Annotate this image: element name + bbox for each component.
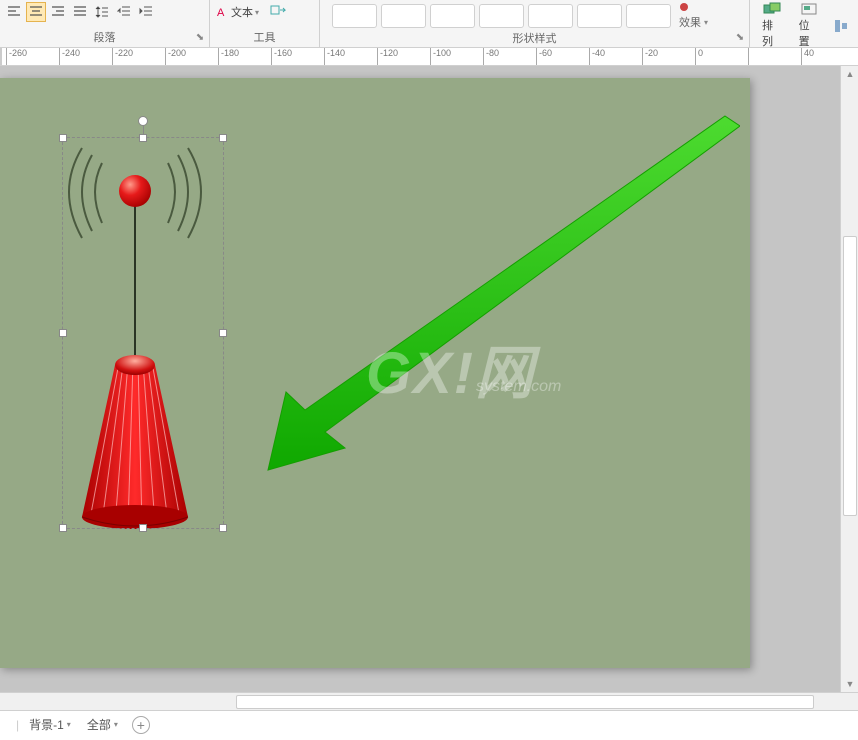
- text-a-icon: A: [217, 6, 229, 18]
- convert-shape-button[interactable]: [268, 2, 288, 22]
- chevron-down-icon: ▾: [67, 720, 71, 729]
- ruler-tick: -140: [324, 48, 345, 66]
- line-spacing-button[interactable]: [92, 2, 112, 22]
- align-justify-button[interactable]: [70, 2, 90, 22]
- effects-label: 效果: [679, 14, 701, 30]
- ruler-tick: -100: [430, 48, 451, 66]
- ribbon-group-arrange: 排列 位置 排列: [750, 0, 858, 47]
- scroll-up-arrow-icon[interactable]: ▲: [841, 66, 858, 82]
- resize-handle-tr[interactable]: [219, 134, 227, 142]
- slide[interactable]: GX!网 system.com: [0, 78, 750, 668]
- style-swatch-5[interactable]: [528, 4, 573, 28]
- scroll-down-arrow-icon[interactable]: ▼: [841, 676, 858, 692]
- ruler-tick: -260: [6, 48, 27, 66]
- ruler-tick: -200: [165, 48, 186, 66]
- tab-background-label: 背景-1: [29, 716, 64, 733]
- resize-handle-r[interactable]: [219, 329, 227, 337]
- ruler-tick: -60: [536, 48, 552, 66]
- indent-decrease-button[interactable]: [114, 2, 134, 22]
- tab-all[interactable]: 全部 ▾: [81, 712, 124, 737]
- ruler-tick: -220: [112, 48, 133, 66]
- ruler-tick: -120: [377, 48, 398, 66]
- position-label: 位置: [799, 17, 820, 49]
- layer-tab-bar: | 背景-1 ▾ 全部 ▾ +: [0, 710, 858, 738]
- textbox-button[interactable]: A 文本 ▾: [214, 4, 262, 20]
- tab-all-label: 全部: [87, 716, 111, 733]
- style-swatch-3[interactable]: [430, 4, 475, 28]
- vertical-scrollbar[interactable]: ▲ ▼: [840, 66, 858, 692]
- horizontal-scrollbar[interactable]: [0, 692, 858, 710]
- add-layer-button[interactable]: +: [132, 716, 150, 734]
- canvas-area[interactable]: GX!网 system.com: [0, 66, 840, 692]
- resize-handle-tl[interactable]: [59, 134, 67, 142]
- green-arrow-shape[interactable]: [250, 108, 740, 478]
- ribbon-group-tools: A 文本 ▾ 工具: [210, 0, 320, 47]
- ruler-tick: 0: [695, 48, 703, 66]
- shape-styles-dialog-launcher-icon[interactable]: ⬊: [733, 31, 747, 45]
- svg-text:A: A: [217, 7, 225, 18]
- arrange-label: 排列: [762, 17, 783, 49]
- fill-icon: [679, 2, 689, 12]
- style-swatch-4[interactable]: [479, 4, 524, 28]
- resize-handle-t[interactable]: [139, 134, 147, 142]
- horizontal-scroll-thumb[interactable]: [236, 695, 814, 709]
- shape-fill-button[interactable]: [679, 2, 708, 12]
- tools-group-label: 工具: [214, 29, 315, 47]
- vertical-scroll-thumb[interactable]: [843, 236, 857, 516]
- resize-handle-l[interactable]: [59, 329, 67, 337]
- ruler-tick: 40: [801, 48, 814, 66]
- style-swatch-6[interactable]: [577, 4, 622, 28]
- style-swatch-7[interactable]: [626, 4, 671, 28]
- shape-styles-group-label: 形状样式: [324, 30, 745, 48]
- tab-background-1[interactable]: 背景-1 ▾: [23, 712, 77, 737]
- ribbon: 段落 ⬊ A 文本 ▾ 工具 效果▾ 形状样式 ⬊: [0, 0, 858, 48]
- align-center-button[interactable]: [26, 2, 46, 22]
- position-button[interactable]: 位置: [795, 2, 824, 49]
- ruler-tick: [748, 48, 751, 66]
- paragraph-group-label: 段落: [4, 29, 205, 47]
- rotate-handle[interactable]: [138, 116, 148, 126]
- arrange-icon: [763, 2, 781, 16]
- resize-handle-b[interactable]: [139, 524, 147, 532]
- chevron-down-icon: ▾: [704, 18, 708, 27]
- ruler-tick: -180: [218, 48, 239, 66]
- align-button[interactable]: [831, 16, 850, 36]
- arrange-button[interactable]: 排列: [758, 2, 787, 49]
- workspace: GX!网 system.com ▲ ▼: [0, 66, 858, 692]
- position-icon: [800, 2, 818, 16]
- chevron-down-icon: ▾: [255, 8, 259, 17]
- textbox-label: 文本: [231, 4, 253, 20]
- ruler-tick: -20: [642, 48, 658, 66]
- ruler-tick: -160: [271, 48, 292, 66]
- resize-handle-bl[interactable]: [59, 524, 67, 532]
- resize-handle-br[interactable]: [219, 524, 227, 532]
- tab-separator: |: [16, 718, 19, 732]
- align-left-button[interactable]: [4, 2, 24, 22]
- chevron-down-icon: ▾: [114, 720, 118, 729]
- ruler-tick: -40: [589, 48, 605, 66]
- ruler-tick: -240: [59, 48, 80, 66]
- shape-effects-button[interactable]: 效果▾: [679, 14, 708, 30]
- paragraph-dialog-launcher-icon[interactable]: ⬊: [193, 31, 207, 45]
- ribbon-group-paragraph: 段落 ⬊: [0, 0, 210, 47]
- selection-bounding-box[interactable]: [62, 137, 224, 529]
- align-right-button[interactable]: [48, 2, 68, 22]
- ruler-tick: -80: [483, 48, 499, 66]
- horizontal-ruler: -260-240-220-200-180-160-140-120-100-80-…: [0, 48, 858, 66]
- style-swatch-2[interactable]: [381, 4, 426, 28]
- style-swatch-1[interactable]: [332, 4, 377, 28]
- indent-increase-button[interactable]: [136, 2, 156, 22]
- ribbon-group-shape-styles: 效果▾ 形状样式 ⬊: [320, 0, 750, 47]
